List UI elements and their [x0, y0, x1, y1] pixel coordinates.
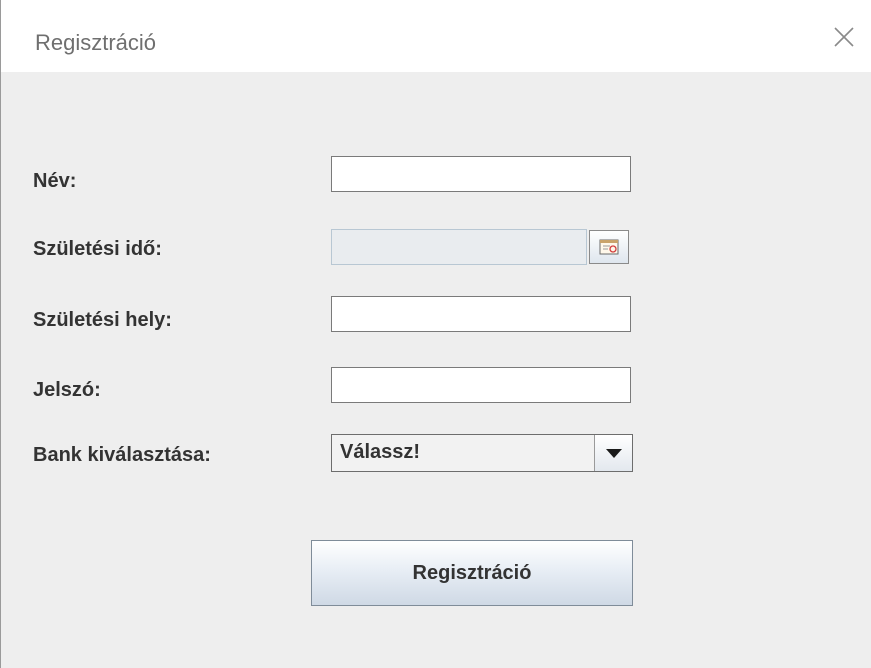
register-button[interactable]: Regisztráció — [311, 540, 633, 606]
password-input[interactable] — [331, 367, 631, 403]
close-icon — [834, 27, 854, 47]
form-panel: Név: Születési idő: Születési hely: Jels… — [1, 72, 871, 668]
bank-label: Bank kiválasztása: — [33, 444, 211, 466]
name-input[interactable] — [331, 156, 631, 192]
window-title: Regisztráció — [35, 30, 157, 55]
bank-selected-value: Válassz! — [340, 441, 421, 463]
password-label: Jelszó: — [33, 379, 101, 401]
close-button[interactable] — [829, 22, 859, 52]
calendar-icon — [599, 239, 619, 255]
title-bar: Regisztráció — [1, 0, 871, 72]
bank-select[interactable]: Válassz! — [331, 434, 633, 472]
birth-date-input[interactable] — [331, 229, 587, 265]
date-picker-button[interactable] — [589, 230, 629, 264]
chevron-down-icon — [606, 449, 622, 458]
dropdown-button[interactable] — [594, 435, 632, 471]
birth-place-input[interactable] — [331, 296, 631, 332]
registration-window: Regisztráció Név: Születési idő: Születé… — [0, 0, 871, 668]
birth-date-label: Születési idő: — [33, 238, 162, 260]
birth-place-label: Születési hely: — [33, 309, 172, 331]
name-label: Név: — [33, 170, 77, 192]
